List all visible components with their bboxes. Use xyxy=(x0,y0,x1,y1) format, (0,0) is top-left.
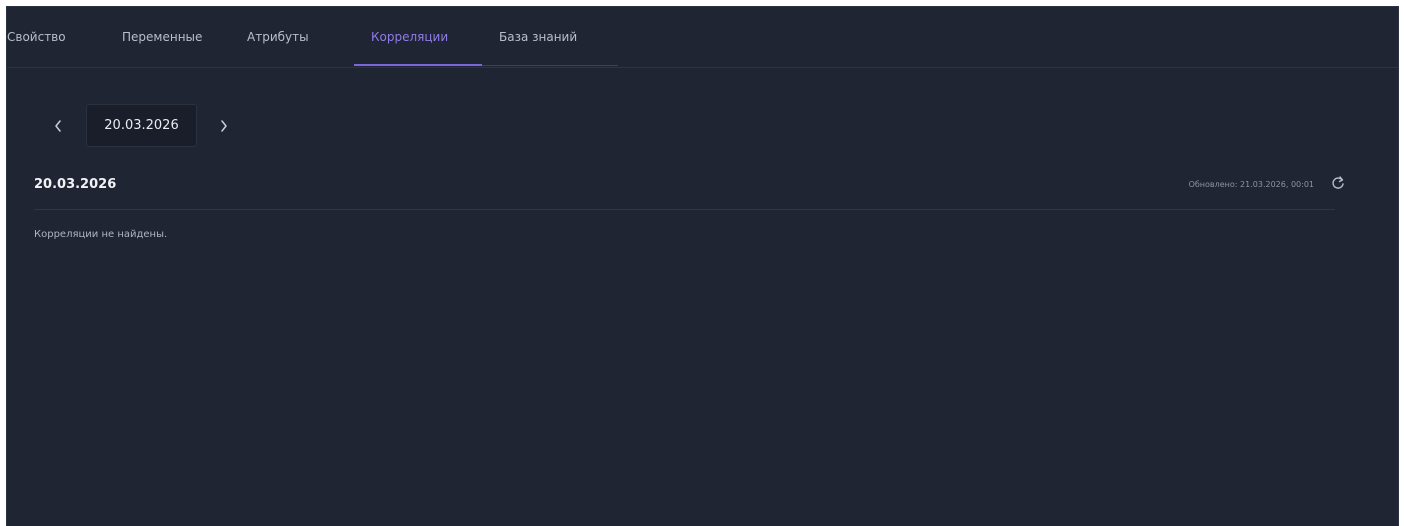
active-tab-indicator xyxy=(354,64,482,66)
tab-correlations[interactable]: Корреляции xyxy=(371,7,448,67)
refresh-icon[interactable] xyxy=(1327,172,1349,194)
tab-bar: Свойство Переменные Атрибуты Корреляции … xyxy=(7,7,1398,68)
tab-track-line xyxy=(482,65,618,66)
empty-state-message: Корреляции не найдены. xyxy=(34,229,168,240)
tab-knowledge-base[interactable]: База знаний xyxy=(499,7,577,67)
tab-variables[interactable]: Переменные xyxy=(122,7,202,67)
chevron-right-icon[interactable] xyxy=(210,108,238,144)
date-picker-button[interactable]: 20.03.2026 xyxy=(86,104,197,147)
tab-attributes[interactable]: Атрибуты xyxy=(247,7,309,67)
correlations-panel: Свойство Переменные Атрибуты Корреляции … xyxy=(6,6,1399,526)
section-date-title: 20.03.2026 xyxy=(34,177,117,192)
section-divider xyxy=(34,209,1335,210)
updated-timestamp: Обновлено: 21.03.2026, 00:01 xyxy=(1188,180,1314,189)
tab-property[interactable]: Свойство xyxy=(7,7,66,67)
chevron-left-icon[interactable] xyxy=(44,108,72,144)
